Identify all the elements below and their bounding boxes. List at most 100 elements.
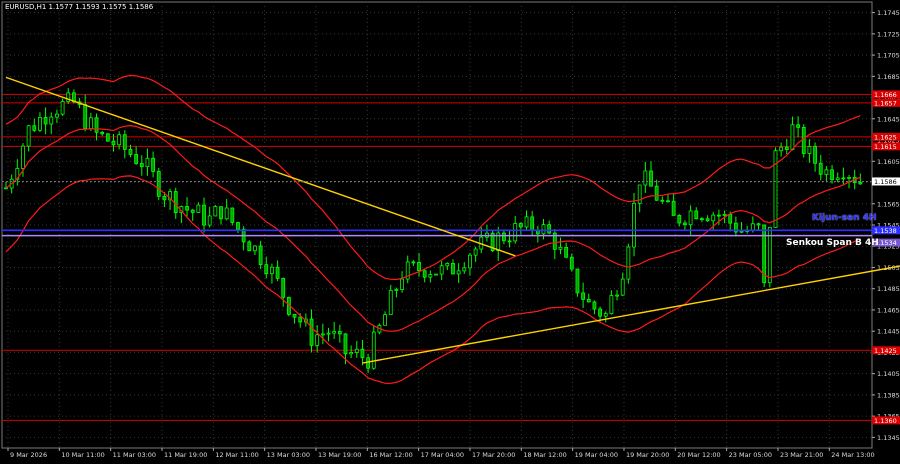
candle-bear bbox=[105, 133, 110, 142]
candle-bear bbox=[139, 163, 144, 168]
x-tick-label: 23 Mar 21:00 bbox=[780, 451, 823, 459]
x-tick-label: 11 Mar 19:00 bbox=[164, 451, 207, 459]
candle-bear bbox=[219, 206, 223, 220]
y-tick-label: 1.1445 bbox=[877, 328, 900, 336]
y-tick-label: 1.1485 bbox=[877, 285, 900, 293]
candle-bear bbox=[581, 292, 586, 300]
x-tick-label: 13 Mar 19:00 bbox=[318, 451, 361, 459]
candle-bear bbox=[298, 316, 303, 323]
kijun-price-label: 1.1538 bbox=[874, 227, 897, 235]
candle-bull bbox=[371, 331, 376, 369]
candle-bull bbox=[643, 170, 648, 186]
candle-bear bbox=[32, 125, 37, 131]
candle-bear bbox=[264, 264, 269, 275]
candle-bear bbox=[796, 124, 801, 128]
candle-bull bbox=[394, 289, 399, 291]
candle-bear bbox=[360, 348, 365, 359]
candle-bear bbox=[518, 223, 523, 228]
candle-bear bbox=[122, 134, 127, 150]
candle-bull bbox=[603, 313, 608, 317]
candle-bear bbox=[728, 213, 733, 224]
x-tick-label: 9 Mar 2026 bbox=[10, 451, 47, 459]
x-tick-label: 11 Mar 03:00 bbox=[113, 451, 156, 459]
candle-bull bbox=[207, 215, 212, 226]
candle-bear bbox=[162, 195, 167, 201]
candle-bull bbox=[835, 177, 840, 181]
candle-bear bbox=[784, 146, 789, 150]
candle-bear bbox=[592, 301, 597, 310]
candle-bull bbox=[315, 334, 320, 346]
candle-bear bbox=[654, 185, 659, 201]
candle-bull bbox=[773, 150, 778, 228]
candle-bear bbox=[156, 171, 161, 197]
resistance-4-label: 1.1615 bbox=[874, 143, 897, 151]
bollinger-middle bbox=[5, 124, 861, 332]
candle-bull bbox=[400, 278, 404, 290]
candle-bull bbox=[847, 177, 851, 179]
candle-bull bbox=[558, 246, 563, 250]
candle-bear bbox=[564, 246, 569, 258]
candle-bull bbox=[60, 101, 65, 115]
candle-bear bbox=[236, 222, 240, 230]
candle-bull bbox=[326, 332, 331, 335]
candle-bull bbox=[750, 223, 755, 231]
current-price-label: 1.1586 bbox=[874, 178, 897, 186]
y-tick-label: 1.1745 bbox=[877, 9, 900, 17]
chart-area[interactable]: 1.17451.17251.17051.16851.16651.16451.16… bbox=[0, 0, 900, 460]
candle-bull bbox=[609, 295, 614, 315]
candle-bear bbox=[677, 215, 682, 224]
candle-bear bbox=[258, 245, 263, 266]
candle-bear bbox=[649, 170, 653, 187]
candle-bear bbox=[292, 313, 297, 318]
candle-bear bbox=[451, 263, 455, 275]
y-tick-label: 1.1705 bbox=[877, 52, 900, 60]
candle-bear bbox=[202, 204, 206, 226]
candle-bear bbox=[275, 266, 280, 279]
price-chart[interactable]: 1.17451.17251.17051.16851.16651.16451.16… bbox=[0, 0, 900, 460]
candle-bear bbox=[598, 308, 602, 317]
x-tick-label: 13 Mar 03:00 bbox=[267, 451, 310, 459]
candle-bear bbox=[569, 256, 574, 270]
candle-bear bbox=[818, 162, 823, 175]
candle-bull bbox=[434, 273, 438, 276]
x-tick-label: 20 Mar 12:00 bbox=[677, 451, 720, 459]
candle-bull bbox=[790, 124, 795, 150]
candle-bull bbox=[88, 117, 93, 130]
candle-bear bbox=[343, 333, 348, 355]
candle-bear bbox=[173, 191, 178, 214]
candle-bull bbox=[722, 213, 727, 216]
candle-bear bbox=[683, 222, 687, 226]
x-tick-label: 23 Mar 05:00 bbox=[729, 451, 772, 459]
candle-bull bbox=[253, 245, 257, 252]
candle-bear bbox=[111, 140, 116, 146]
x-tick-label: 12 Mar 11:00 bbox=[215, 451, 258, 459]
resistance-1-label: 1.1666 bbox=[874, 91, 897, 99]
candle-bear bbox=[230, 207, 235, 223]
candle-bull bbox=[21, 145, 25, 169]
candle-bull bbox=[349, 352, 354, 355]
resistance-3-label: 1.1625 bbox=[874, 133, 897, 141]
candle-bull bbox=[213, 206, 218, 217]
candle-bull bbox=[270, 266, 274, 275]
y-tick-label: 1.1345 bbox=[877, 434, 900, 442]
candle-bull bbox=[524, 216, 529, 228]
y-tick-label: 1.1465 bbox=[877, 306, 900, 314]
candle-bull bbox=[779, 146, 784, 152]
x-tick-label: 19 Mar 04:00 bbox=[575, 451, 618, 459]
candle-bull bbox=[224, 207, 229, 220]
candle-bull bbox=[807, 146, 812, 154]
candle-bear bbox=[309, 318, 314, 346]
y-tick-label: 1.1685 bbox=[877, 73, 900, 81]
candle-bear bbox=[801, 126, 806, 154]
y-tick-label: 1.1385 bbox=[877, 391, 900, 399]
candle-bear bbox=[666, 200, 670, 203]
candle-bull bbox=[513, 223, 518, 242]
x-tick-label: 24 Mar 13:00 bbox=[831, 451, 874, 459]
candle-bear bbox=[716, 214, 721, 217]
candle-bear bbox=[694, 210, 699, 220]
candle-bear bbox=[575, 268, 580, 294]
candle-bull bbox=[196, 204, 201, 213]
candle-bear bbox=[422, 270, 427, 278]
y-tick-label: 1.1405 bbox=[877, 370, 900, 378]
candle-bull bbox=[428, 274, 433, 278]
